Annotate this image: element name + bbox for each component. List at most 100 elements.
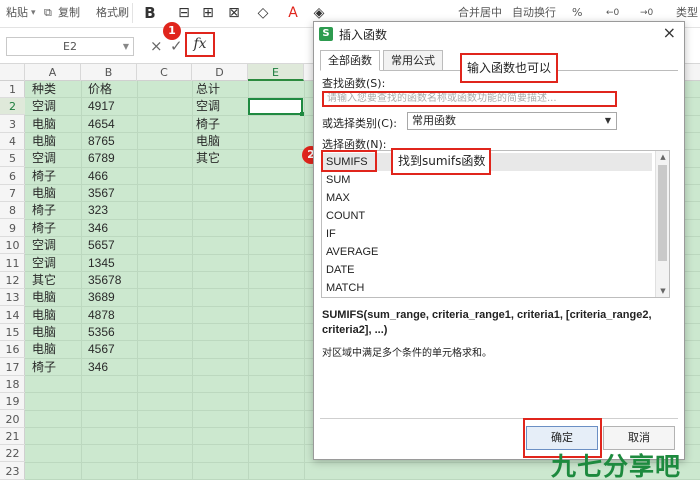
cell[interactable]: 4654 <box>84 116 115 133</box>
function-list-scrollbar[interactable]: ▲ ▼ <box>655 151 669 297</box>
cell[interactable]: 电脑 <box>28 341 56 358</box>
cell[interactable]: 4917 <box>84 98 115 115</box>
search-input[interactable]: 请输入您要查找的函数名称或函数功能的简要描述... <box>322 91 617 107</box>
scrollbar-thumb[interactable] <box>658 165 667 261</box>
dialog-title-bar[interactable]: S 插入函数 × <box>314 22 684 46</box>
cancel-icon[interactable]: × <box>150 37 163 55</box>
font-color-icon[interactable]: A <box>283 1 303 25</box>
type-button[interactable]: 类型 <box>676 4 698 22</box>
function-item-count[interactable]: COUNT <box>326 207 365 225</box>
row-header[interactable]: 1 <box>0 81 25 98</box>
function-item-sum[interactable]: SUM <box>326 171 350 189</box>
cell[interactable]: 电脑 <box>28 116 56 133</box>
row-header[interactable]: 4 <box>0 133 25 151</box>
function-item-if[interactable]: IF <box>326 225 336 243</box>
tab-all-functions[interactable]: 全部函数 <box>320 50 380 71</box>
cell[interactable]: 6789 <box>84 150 115 167</box>
category-select[interactable]: 常用函数 ▼ <box>407 112 617 130</box>
border-icon[interactable]: ⊞ <box>198 1 218 25</box>
cell[interactable]: 1345 <box>84 255 115 272</box>
row-header[interactable]: 16 <box>0 341 25 359</box>
row-header[interactable]: 5 <box>0 150 25 168</box>
fill-color-icon[interactable]: ◇ <box>253 1 273 25</box>
selected-cell-e2[interactable] <box>248 98 304 116</box>
cell[interactable]: 其它 <box>192 150 220 167</box>
cell[interactable]: 种类 <box>28 81 56 98</box>
merge-center-button[interactable]: 合并居中 <box>458 4 502 22</box>
function-item-max[interactable]: MAX <box>326 189 350 207</box>
function-item-average[interactable]: AVERAGE <box>326 243 378 261</box>
cell[interactable]: 346 <box>84 220 108 237</box>
row-header[interactable]: 6 <box>0 168 25 185</box>
cell[interactable]: 电脑 <box>192 133 220 150</box>
cell[interactable]: 466 <box>84 168 108 185</box>
cell[interactable]: 3567 <box>84 185 115 202</box>
cell[interactable]: 椅子 <box>192 116 220 133</box>
cell[interactable]: 价格 <box>84 81 112 98</box>
cell[interactable]: 空调 <box>28 255 56 272</box>
scroll-down-icon[interactable]: ▼ <box>656 285 670 297</box>
chevron-down-icon[interactable]: ▼ <box>605 113 611 129</box>
column-header-e[interactable]: E <box>248 64 304 81</box>
cell[interactable]: 4567 <box>84 341 115 358</box>
insert-function-button[interactable]: fx <box>185 32 215 57</box>
percent-button[interactable]: % <box>572 4 582 22</box>
row-header[interactable]: 21 <box>0 428 25 445</box>
row-header[interactable]: 18 <box>0 376 25 393</box>
bold-button[interactable]: B <box>140 1 160 25</box>
chevron-down-icon[interactable]: ▼ <box>123 38 129 55</box>
column-header-c[interactable]: C <box>137 64 192 81</box>
row-header[interactable]: 13 <box>0 289 25 307</box>
decrease-decimal-icon[interactable]: →0 <box>640 4 653 22</box>
format-painter-button[interactable]: 格式刷 <box>96 4 129 22</box>
tab-common-formulas[interactable]: 常用公式 <box>383 50 443 71</box>
border-style-icon[interactable]: ⊠ <box>224 1 244 25</box>
select-all-corner[interactable] <box>0 64 25 81</box>
row-header[interactable]: 8 <box>0 202 25 220</box>
row-header[interactable]: 19 <box>0 393 25 411</box>
column-header-d[interactable]: D <box>192 64 248 81</box>
row-header[interactable]: 22 <box>0 445 25 463</box>
cell[interactable]: 电脑 <box>28 307 56 324</box>
cell[interactable]: 5356 <box>84 324 115 341</box>
cell[interactable]: 电脑 <box>28 185 56 202</box>
cell[interactable]: 323 <box>84 202 108 219</box>
row-header[interactable]: 23 <box>0 463 25 480</box>
cell[interactable]: 空调 <box>192 98 220 115</box>
cell[interactable]: 空调 <box>28 237 56 254</box>
row-header[interactable]: 12 <box>0 272 25 289</box>
name-box[interactable]: E2 ▼ <box>6 37 134 56</box>
row-header[interactable]: 20 <box>0 411 25 428</box>
cell[interactable]: 35678 <box>84 272 121 289</box>
cell[interactable]: 8765 <box>84 133 115 150</box>
row-header[interactable]: 14 <box>0 307 25 324</box>
close-icon[interactable]: × <box>663 24 676 42</box>
row-header[interactable]: 7 <box>0 185 25 203</box>
cell[interactable]: 椅子 <box>28 359 56 376</box>
function-item-date[interactable]: DATE <box>326 261 355 279</box>
cell[interactable]: 椅子 <box>28 202 56 219</box>
cell[interactable]: 电脑 <box>28 289 56 306</box>
row-header[interactable]: 10 <box>0 237 25 255</box>
row-header[interactable]: 15 <box>0 324 25 341</box>
row-header[interactable]: 11 <box>0 255 25 272</box>
row-header[interactable]: 3 <box>0 116 25 133</box>
column-header-a[interactable]: A <box>25 64 81 81</box>
cell[interactable]: 4878 <box>84 307 115 324</box>
row-header[interactable]: 2 <box>0 98 25 116</box>
cell[interactable]: 椅子 <box>28 220 56 237</box>
auto-wrap-button[interactable]: 自动换行 <box>512 4 556 22</box>
paste-button[interactable]: 粘贴 <box>6 4 28 22</box>
row-header[interactable]: 17 <box>0 359 25 376</box>
row-header[interactable]: 9 <box>0 220 25 237</box>
cell[interactable]: 空调 <box>28 98 56 115</box>
column-header-b[interactable]: B <box>81 64 137 81</box>
cell[interactable]: 3689 <box>84 289 115 306</box>
cell[interactable]: 346 <box>84 359 108 376</box>
cell[interactable]: 总计 <box>192 81 220 98</box>
underline-button[interactable]: ⊟ <box>174 1 194 25</box>
cell[interactable]: 椅子 <box>28 168 56 185</box>
function-item-match[interactable]: MATCH <box>326 279 364 297</box>
cell[interactable]: 电脑 <box>28 133 56 150</box>
scroll-up-icon[interactable]: ▲ <box>656 151 670 163</box>
